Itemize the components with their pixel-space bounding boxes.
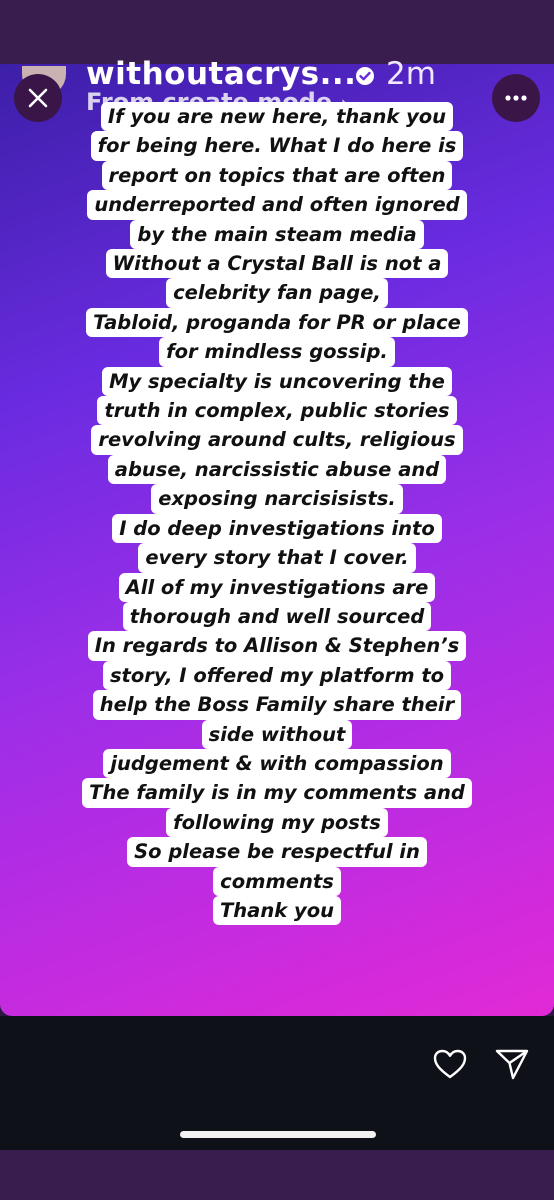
more-options-button[interactable] bbox=[492, 74, 540, 122]
story-text-block: If you are new here, thank you for being… bbox=[70, 102, 484, 926]
story-text-line: All of my investigations are bbox=[118, 572, 436, 602]
story-text-line: truth in complex, public stories bbox=[97, 396, 457, 426]
close-button[interactable] bbox=[14, 74, 62, 122]
story-text-line: every story that I cover. bbox=[138, 543, 416, 573]
story-text-line: for mindless gossip. bbox=[159, 337, 395, 367]
story-text-line: My specialty is uncovering the bbox=[102, 366, 452, 397]
like-button[interactable] bbox=[430, 1044, 470, 1084]
verified-badge-icon bbox=[356, 67, 374, 85]
story-text-line: thorough and well sourced bbox=[122, 601, 432, 632]
more-icon bbox=[505, 95, 527, 101]
story-text-line: Without a Crystal Ball is not a bbox=[105, 249, 449, 279]
story-text-line: following my posts bbox=[166, 807, 388, 838]
story-text-line: In regards to Allison & Stephen’s bbox=[87, 631, 467, 661]
story-text-line: abuse, narcissistic abuse and bbox=[107, 454, 447, 485]
story-username[interactable]: withoutacrys... bbox=[86, 56, 356, 92]
top-frame bbox=[0, 0, 554, 64]
story-text-line: help the Boss Family share their bbox=[92, 690, 462, 720]
story-text-line: underreported and often ignored bbox=[87, 190, 467, 220]
story-text-line: Thank you bbox=[213, 895, 341, 926]
share-button[interactable] bbox=[492, 1044, 532, 1084]
home-indicator[interactable] bbox=[180, 1131, 376, 1138]
story-text-line: judgement & with compassion bbox=[103, 748, 451, 779]
story-text-line: exposing narcisisists. bbox=[151, 484, 403, 514]
bottom-frame bbox=[0, 1150, 554, 1200]
story-text-line: If you are new here, thank you bbox=[100, 102, 454, 132]
close-icon bbox=[28, 88, 48, 108]
story-text-line: for being here. What I do here is bbox=[90, 131, 464, 161]
story-text-line: revolving around cults, religious bbox=[91, 425, 463, 455]
story-text-line: The family is in my comments and bbox=[82, 778, 472, 808]
story-timestamp: 2m bbox=[386, 56, 436, 92]
story-text-line: side without bbox=[201, 719, 353, 749]
story-text-line: comments bbox=[213, 866, 341, 896]
story-text-line: by the main steam media bbox=[130, 219, 424, 250]
story-text-line: Tabloid, proganda for PR or place bbox=[86, 307, 468, 338]
story-text-line: So please be respectful in bbox=[127, 837, 427, 867]
story-text-line: report on topics that are often bbox=[101, 160, 453, 191]
send-icon bbox=[495, 1049, 529, 1080]
heart-icon bbox=[433, 1049, 467, 1079]
story-text-line: I do deep investigations into bbox=[112, 513, 442, 544]
story-text-line: celebrity fan page, bbox=[166, 278, 388, 308]
story-text-line: story, I offered my platform to bbox=[102, 660, 452, 691]
story-action-bar bbox=[0, 1016, 554, 1150]
